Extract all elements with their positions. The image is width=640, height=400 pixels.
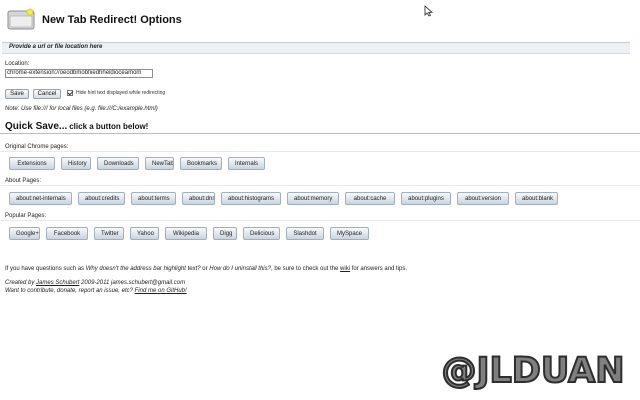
quick-save-button-delicious[interactable]: Delicious [243,227,280,240]
file-path-note: Note: Use file:/// for local files (e.g.… [5,106,158,112]
quick-save-button-bookmarks[interactable]: Bookmarks [180,157,222,170]
section-title: Provide a url or file location here [9,44,103,50]
quick-save-title: Quick Save... click a button below! [5,121,148,132]
help-question-address-bar: Why doesn't the address bar highlight te… [85,266,201,272]
quick-save-heading: Quick Save... [5,121,68,132]
quick-save-button-about-version[interactable]: about:version [457,192,509,205]
quick-save-button-about-terms[interactable]: about:terms [131,192,176,205]
quick-save-button-history[interactable]: History [61,157,91,170]
quick-save-button-google[interactable]: Google+ [9,227,40,240]
quick-save-button-digg[interactable]: Digg [213,227,237,240]
folder-icon [7,8,35,30]
quick-save-button-about-blank[interactable]: about:blank [515,192,558,205]
hide-hint-checkbox[interactable] [67,90,73,96]
quick-save-button-about-credits[interactable]: about:credits [78,192,125,205]
author-email: james.schubert@gmail.com [109,280,186,286]
quick-save-button-about-plugins[interactable]: about:plugins [401,192,451,205]
quick-save-divider [0,133,640,134]
quick-save-button-newtab[interactable]: NewTab [145,157,174,170]
save-button[interactable]: Save [5,89,29,99]
created-by-line: Created by James Schubert 2009-2011 jame… [5,280,185,286]
page-header: New Tab Redirect! Options [7,7,267,33]
quick-save-button-yahoo[interactable]: Yahoo [130,227,159,240]
quick-save-group-label: About Pages: [5,178,42,184]
quick-save-button-twitter[interactable]: Twitter [94,227,124,240]
quick-save-button-about-cache[interactable]: about:cache [345,192,395,205]
location-input[interactable]: chrome-extension://oeodbmobfiiedhheldioc… [5,69,153,78]
quick-save-button-internals[interactable]: Internals [228,157,265,170]
quick-save-button-extensions[interactable]: Extensions [9,157,55,170]
quick-save-button-about-memory[interactable]: about:memory [287,192,339,205]
url-section-header: Provide a url or file location here [2,42,630,54]
help-middle: or [200,266,210,272]
quick-save-group-label: Popular Pages: [5,213,47,219]
quick-save-button-myspace[interactable]: MySpace [330,227,369,240]
cancel-button[interactable]: Cancel [33,89,61,99]
contribute-text: Want to contribute, donate, report an is… [5,288,135,294]
quick-save-group-label: Original Chrome pages: [5,144,69,150]
author-years: 2009-2011 [79,280,110,286]
page-title: New Tab Redirect! Options [42,14,182,26]
contribute-line: Want to contribute, donate, report an is… [5,288,187,294]
hide-hint-label: Hide hint text displayed while redirecti… [76,90,166,96]
location-label: Location: [5,61,30,67]
quick-save-button-about-net-internals[interactable]: about:net-internals [9,192,72,205]
help-suffix: for answers and tips. [350,266,408,272]
quick-save-group-divider [0,185,640,186]
github-link[interactable]: Find me on GitHub! [135,288,187,294]
help-after: , be sure to check out the [270,266,341,272]
quick-save-group-divider [0,151,640,152]
help-question-uninstall: How do I uninstall this? [209,266,271,272]
help-text: If you have questions such as Why doesn'… [5,266,407,272]
created-prefix: Created by [5,280,37,286]
quick-save-subtitle: click a button below! [69,122,149,131]
quick-save-group-divider [0,220,640,221]
help-prefix: If you have questions such as [5,266,86,272]
quick-save-button-facebook[interactable]: Facebook [46,227,88,240]
quick-save-button-about-histograms[interactable]: about:histograms [221,192,281,205]
wiki-link[interactable]: wiki [340,266,350,272]
quick-save-button-slashdot[interactable]: Slashdot [286,227,324,240]
quick-save-button-wikipedia[interactable]: Wikipedia [165,227,207,240]
quick-save-button-about-dns[interactable]: about:dns [182,192,215,205]
author-link[interactable]: James Schubert [36,280,79,286]
quick-save-button-downloads[interactable]: Downloads [97,157,139,170]
mouse-cursor-icon [424,5,433,17]
watermark-text: @JLDUAN [440,350,625,392]
